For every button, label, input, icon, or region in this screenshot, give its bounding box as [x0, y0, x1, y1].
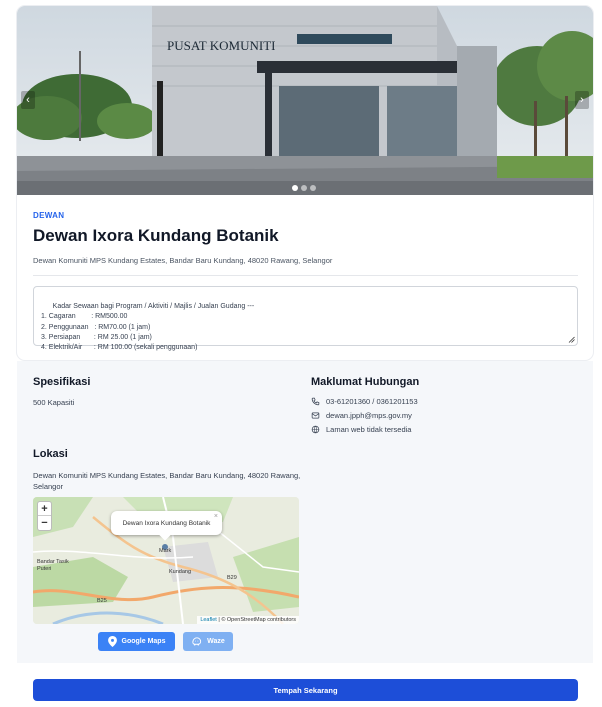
details-section: Spesifikasi 500 Kapasiti Maklumat Hubung… — [17, 361, 593, 663]
google-maps-button[interactable]: Google Maps — [98, 632, 175, 651]
carousel-next-button[interactable]: › — [575, 91, 589, 109]
venue-category: DEWAN — [33, 211, 65, 220]
carousel-dot-1[interactable] — [292, 185, 298, 191]
waze-label: Waze — [207, 638, 225, 645]
popup-close-button[interactable]: × — [214, 513, 218, 520]
phone-icon — [311, 397, 320, 406]
carousel-dot-3[interactable] — [310, 185, 316, 191]
leaflet-link[interactable]: Leaflet — [200, 617, 217, 623]
map-label-b25: B25 — [97, 598, 107, 604]
zoom-out-button[interactable]: − — [38, 516, 51, 530]
booking-bar: Tempah Sekarang — [17, 663, 593, 707]
rental-rates-text: Kadar Sewaan bagi Program / Aktiviti / M… — [41, 303, 255, 352]
capacity-text: 500 Kapasiti — [33, 398, 75, 407]
location-address: Dewan Komuniti MPS Kundang Estates, Band… — [33, 471, 301, 491]
map-label-kundang: Kundang — [169, 569, 192, 575]
spesifikasi-title: Spesifikasi — [33, 376, 91, 388]
map-label-mark: Mark — [159, 548, 172, 554]
rental-rates-textarea[interactable]: Kadar Sewaan bagi Program / Aktiviti / M… — [33, 286, 578, 351]
osm-attribution[interactable]: | © OpenStreetMap contributors — [218, 617, 296, 623]
contact-title: Maklumat Hubungan — [311, 376, 420, 388]
map-attribution: Leaflet | © OpenStreetMap contributors — [197, 616, 299, 624]
contact-phone[interactable]: 03-61201360 / 0361201153 — [311, 397, 418, 406]
phone-text: 03-61201360 / 0361201153 — [326, 397, 418, 406]
website-text: Laman web tidak tersedia — [326, 425, 412, 434]
photo-carousel[interactable]: PUSAT KOMUNITI ‹ › — [17, 6, 593, 195]
map-popup-text: Dewan Ixora Kundang Botanik — [122, 519, 211, 527]
venue-address: Dewan Komuniti MPS Kundang Estates, Band… — [33, 256, 333, 265]
location-map[interactable]: + − Dewan Ixora Kundang Botanik × Mark B… — [33, 497, 299, 624]
waze-button[interactable]: Waze — [183, 632, 233, 651]
contact-website: Laman web tidak tersedia — [311, 425, 411, 434]
zoom-in-button[interactable]: + — [38, 502, 51, 516]
mail-icon — [311, 412, 320, 419]
location-title: Lokasi — [33, 448, 68, 460]
book-now-button[interactable]: Tempah Sekarang — [33, 679, 578, 701]
email-text: dewan.jpph@mps.gov.my — [326, 411, 412, 420]
divider — [33, 275, 578, 276]
google-maps-label: Google Maps — [121, 638, 166, 645]
map-popup: Dewan Ixora Kundang Botanik × — [111, 511, 222, 541]
carousel-dot-2[interactable] — [301, 185, 307, 191]
venue-photo: PUSAT KOMUNITI — [17, 6, 593, 195]
map-zoom-control: + − — [37, 501, 52, 531]
contact-email[interactable]: dewan.jpph@mps.gov.my — [311, 411, 412, 420]
building-sign: PUSAT KOMUNITI — [167, 38, 275, 53]
map-label-b29: B29 — [227, 575, 237, 581]
carousel-indicators — [292, 185, 316, 191]
waze-icon — [192, 637, 202, 646]
venue-title: Dewan Ixora Kundang Botanik — [33, 226, 279, 245]
venue-card: PUSAT KOMUNITI ‹ › DEWAN Dewan Ixora Kun… — [17, 6, 593, 360]
globe-off-icon — [311, 425, 320, 434]
carousel-prev-button[interactable]: ‹ — [21, 91, 35, 109]
map-pin-icon — [107, 636, 117, 647]
map-label-bandar-tasik-puteri: Bandar Tasik Puteri — [37, 559, 69, 572]
resize-handle-icon[interactable] — [568, 336, 575, 343]
